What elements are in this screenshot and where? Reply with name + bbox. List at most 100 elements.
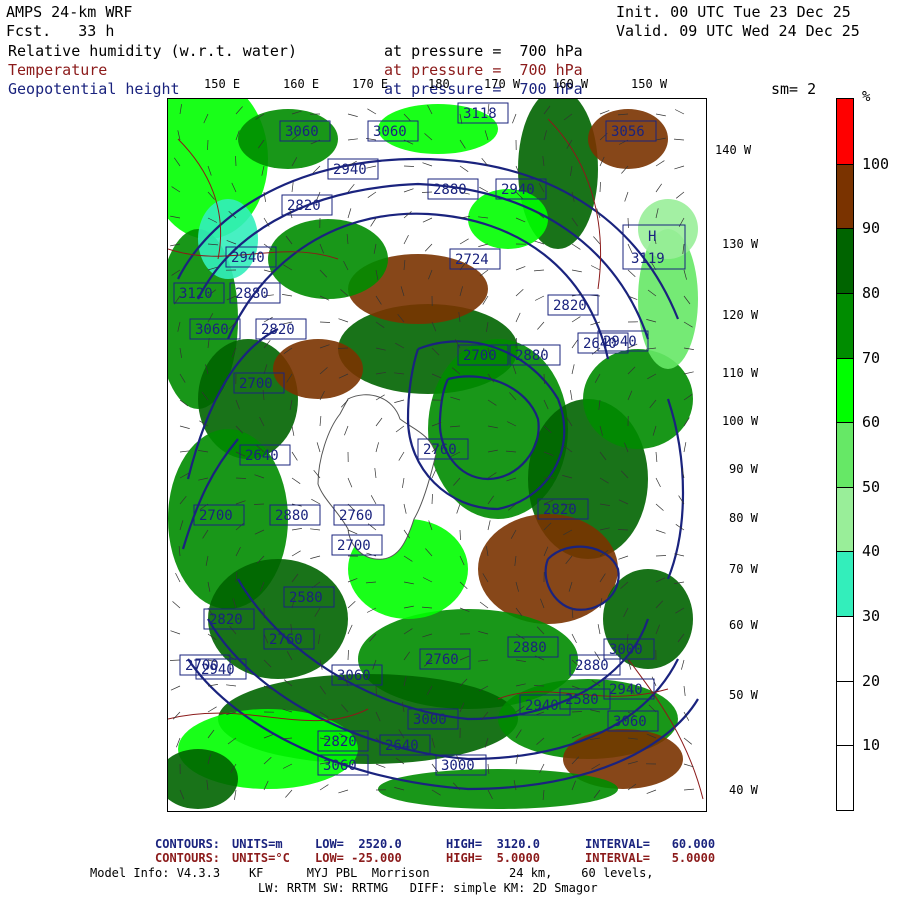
height-label-text: 2820	[209, 612, 243, 628]
colorbar-unit: %	[862, 89, 871, 105]
wind-barb	[310, 528, 321, 531]
colorbar-label: 70	[862, 348, 881, 367]
height-label-text: 2700	[239, 376, 273, 392]
wind-barb	[478, 243, 489, 247]
wind-barb	[683, 737, 693, 745]
wind-barb	[590, 265, 601, 271]
height-label: 3118	[457, 102, 509, 124]
wind-barb	[487, 520, 491, 531]
height-label-text: 2820	[553, 298, 587, 314]
height-label-text: 3118	[463, 106, 497, 122]
map-panel[interactable]: 3060 3060 3118 3056 2940 2880 2940 2820 2940 2724…	[167, 98, 707, 812]
lon-label-right: 60 W	[729, 618, 758, 632]
colorbar-label: 40	[862, 542, 881, 561]
colorbar-label: 90	[862, 219, 881, 238]
wind-barb	[479, 269, 489, 277]
lon-label-top: 170 W	[484, 77, 521, 91]
wind-barb	[655, 503, 664, 511]
wind-barb	[674, 165, 685, 170]
footer-contours-temp-low: LOW= -25.000	[315, 851, 402, 865]
wind-barb	[347, 138, 358, 141]
footer-contours-height-interval: INTERVAL= 60.000	[585, 837, 716, 851]
forecast-hour: Fcst. 33 h	[6, 22, 115, 40]
wind-barb	[515, 312, 521, 323]
wind-barb	[459, 529, 461, 541]
wind-barb	[337, 347, 349, 349]
height-label-text: 2760	[425, 652, 459, 668]
wind-barb	[571, 364, 575, 375]
footer-contours-height-high: HIGH= 3120.0	[446, 837, 540, 851]
colorbar-bin	[837, 551, 853, 617]
wind-barb	[310, 555, 321, 559]
colorbar-label: 80	[862, 283, 881, 302]
footer-physics-info: LW: RRTM SW: RRTMG DIFF: simple KM: 2D S…	[258, 881, 598, 895]
wind-barb	[618, 555, 629, 560]
height-label-text: 2760	[423, 442, 457, 458]
height-label-text: 2880	[433, 182, 467, 198]
wind-barb	[533, 685, 545, 687]
wind-barb	[338, 789, 349, 794]
wind-barb	[674, 109, 685, 115]
colorbar-bin	[837, 292, 853, 358]
wind-barb	[655, 451, 658, 463]
init-time: Init. 00 UTC Tue 23 Dec 25	[616, 3, 851, 21]
lon-label-right: 50 W	[729, 688, 758, 702]
colorbar-label: 60	[862, 413, 881, 432]
lon-label-top: 160 W	[552, 77, 589, 91]
footer-contours-height-units: UNITS=m	[232, 837, 283, 851]
wind-barb	[421, 191, 433, 193]
wind-barb	[655, 477, 661, 488]
height-label-text: 2940	[609, 682, 643, 698]
wind-barb	[367, 108, 377, 115]
footer-model-info: Model Info: V4.3.3 KF MYJ PBL Morrison 2…	[90, 866, 654, 880]
wind-barb	[170, 630, 181, 635]
wind-barb	[655, 183, 662, 193]
wind-barb	[624, 191, 629, 202]
map-canvas[interactable]: 3060 30603118305629402880 294028202940 2724…	[168, 99, 706, 811]
humidity-patch	[468, 189, 548, 249]
height-label-text: 2940	[231, 250, 265, 266]
lon-label-right: 120 W	[722, 308, 759, 322]
wind-barb	[347, 113, 358, 117]
wind-barb	[431, 493, 433, 505]
wind-barb	[515, 337, 517, 349]
wind-barb	[424, 243, 433, 252]
height-label: 2820	[281, 194, 333, 216]
wind-barb	[422, 217, 433, 223]
footer-contours-temp-high: HIGH= 5.0000	[446, 851, 540, 865]
height-label-text: 2580	[289, 590, 323, 606]
height-label-text: 2820	[323, 734, 357, 750]
lon-label-top: 160 E	[283, 77, 320, 91]
wind-barb	[683, 371, 694, 375]
height-label-text: 3060	[373, 124, 407, 140]
wind-barb	[172, 601, 181, 609]
wind-barb	[534, 295, 545, 301]
height-label-text: 2820	[261, 322, 295, 338]
wind-barb	[515, 288, 524, 297]
height-label: 2880	[229, 282, 281, 304]
wind-barb	[291, 425, 295, 436]
wind-barb	[319, 784, 329, 791]
wind-barb	[646, 789, 657, 794]
smoothing-label: sm= 2	[771, 80, 817, 98]
wind-barb	[431, 468, 437, 479]
wind-barb	[403, 188, 414, 193]
wind-barb	[403, 165, 415, 167]
wind-barb	[175, 572, 181, 583]
model-title: AMPS 24-km WRF	[6, 3, 133, 21]
height-label: 2880	[269, 504, 321, 526]
height-label-text: 3000	[609, 642, 643, 658]
wind-barb	[431, 763, 439, 773]
wind-barb	[597, 624, 601, 635]
wind-barb	[571, 269, 582, 273]
lon-label-right: 90 W	[729, 462, 758, 476]
height-label-text: 2700	[463, 348, 497, 364]
wind-barb	[673, 138, 685, 141]
colorbar	[836, 98, 854, 811]
footer-contours-temp-label: CONTOURS:	[155, 851, 221, 865]
colorbar-label: 30	[862, 607, 881, 626]
humidity-patch	[638, 199, 698, 259]
wind-barb	[681, 659, 685, 670]
wind-barb	[366, 165, 377, 169]
footer-contours-height-label: CONTOURS:	[155, 837, 221, 851]
